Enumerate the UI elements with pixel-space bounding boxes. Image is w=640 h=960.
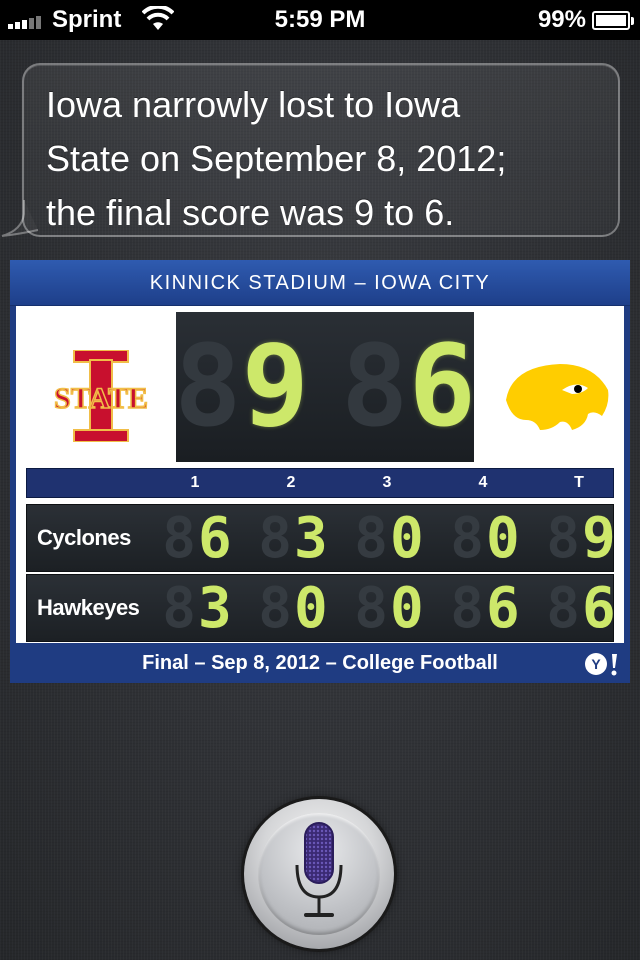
team-row-cyclones: Cyclones 86 83 80 80 89 <box>26 504 616 572</box>
venue-header: KINNICK STADIUM – IOWA CITY <box>10 260 630 306</box>
score-cell: 80 <box>450 506 520 571</box>
status-bar: Sprint 5:59 PM 99% <box>0 0 640 40</box>
score-value: 0 <box>390 576 424 641</box>
quarter-header: 3 <box>382 474 392 491</box>
svg-text:Y: Y <box>591 656 601 672</box>
score-value: 9 <box>582 506 616 571</box>
footer-text: Final – Sep 8, 2012 – College Football <box>142 652 498 674</box>
score-cell: 80 <box>354 506 424 571</box>
bubble-tail <box>1 200 39 237</box>
score-left: 9 <box>241 322 309 452</box>
quarter-header: 2 <box>286 474 296 491</box>
score-value: 6 <box>486 576 520 641</box>
score-value: 3 <box>294 506 328 571</box>
score-cell: 89 <box>546 506 616 571</box>
quarter-header: 1 <box>190 474 200 491</box>
siri-mic-button[interactable] <box>244 799 394 949</box>
battery-icon <box>592 11 634 30</box>
score-cell: 83 <box>162 576 232 641</box>
response-line: State on September 8, 2012; <box>46 138 507 179</box>
scoreboard-card[interactable]: KINNICK STADIUM – IOWA CITY STATE 8 9 8 … <box>10 260 630 683</box>
score-cell: 83 <box>258 506 328 571</box>
quarter-header: T <box>574 474 584 491</box>
ghost-digit: 8 <box>174 322 242 452</box>
team-name: Cyclones <box>37 525 131 550</box>
svg-text:STATE: STATE <box>54 382 148 415</box>
score-value: 0 <box>294 576 328 641</box>
ghost-digit: 8 <box>341 322 409 452</box>
score-value: 6 <box>198 506 232 571</box>
score-value: 0 <box>486 506 520 571</box>
response-line: the final score was 9 to 6. <box>46 192 455 233</box>
game-status-footer: Final – Sep 8, 2012 – College Football Y <box>10 643 630 683</box>
quarter-header: 4 <box>478 474 488 491</box>
final-score-display: 8 9 8 6 <box>174 312 476 462</box>
score-cell: 86 <box>546 576 616 641</box>
quarter-header-row: 1 2 3 4 T <box>26 468 614 498</box>
team-row-hawkeyes: Hawkeyes 83 80 80 86 86 <box>26 574 616 642</box>
yahoo-icon[interactable]: Y <box>582 651 622 677</box>
score-cell: 86 <box>162 506 232 571</box>
iowa-hawkeyes-logo <box>506 364 609 430</box>
score-value: 3 <box>198 576 232 641</box>
score-cell: 86 <box>450 576 520 641</box>
score-right: 6 <box>408 322 476 452</box>
siri-response-text: Iowa narrowly lost to Iowa State on Sept… <box>46 78 606 240</box>
battery-percent: 99% <box>537 6 586 33</box>
score-value: 6 <box>582 576 616 641</box>
iowa-state-logo: STATE <box>53 350 149 442</box>
score-cell: 80 <box>258 576 328 641</box>
team-name: Hawkeyes <box>37 595 140 620</box>
microphone-icon <box>295 822 343 917</box>
score-cell: 80 <box>354 576 424 641</box>
response-line: Iowa narrowly lost to Iowa <box>46 84 461 125</box>
score-value: 0 <box>390 506 424 571</box>
